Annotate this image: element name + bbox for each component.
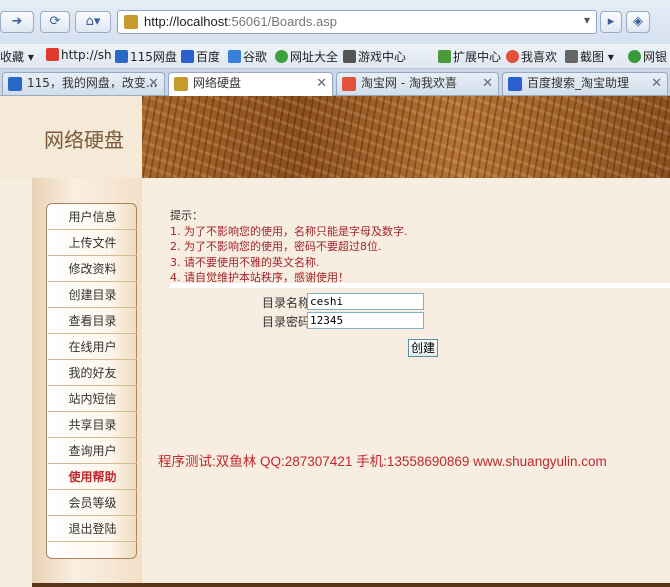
115-icon: [115, 50, 128, 63]
google-icon: [228, 50, 241, 63]
back-button[interactable]: ➜: [0, 11, 34, 33]
site-icon: [174, 77, 188, 91]
sidebar-menu: 用户信息 上传文件 修改资料 创建目录 查看目录 在线用户 我的好友 站内短信 …: [46, 203, 137, 559]
sidebar-item-my-friends[interactable]: 我的好友: [48, 360, 137, 386]
main-content: 提示： 1. 为了不影响您的使用，名称只能是字母及数字. 2. 为了不影响您的使用，…: [142, 178, 670, 587]
sidebar-item-messages[interactable]: 站内短信: [48, 386, 137, 412]
baidu-icon: [181, 50, 194, 63]
sidebar-item-search-users[interactable]: 查询用户: [48, 438, 137, 464]
puzzle-icon: [438, 50, 451, 63]
tab-baidu-search[interactable]: 百度搜索_淘宝助理 ✕: [502, 72, 668, 95]
115-icon: [8, 77, 22, 91]
bookmark-google[interactable]: 谷歌: [228, 48, 267, 65]
globe-icon: [275, 50, 288, 63]
tips-box: 提示： 1. 为了不影响您的使用，名称只能是字母及数字. 2. 为了不影响您的使用，…: [170, 208, 408, 286]
browser-navbar: ➜ ⟳ ⌂▾ http://localhost:56061/Boards.asp…: [0, 0, 670, 45]
address-bar[interactable]: http://localhost:56061/Boards.asp ▾: [117, 10, 597, 34]
create-button[interactable]: 创建: [408, 339, 438, 357]
tip-line: 2. 为了不影响您的使用，密码不要超过8位.: [170, 240, 382, 253]
sidebar-item-member-level[interactable]: 会员等级: [48, 490, 137, 516]
sidebar-item-logout[interactable]: 退出登陆: [48, 516, 137, 542]
shield-icon: ◈: [633, 14, 643, 29]
page: 网络硬盘 提示： 1. 为了不影响您的使用，名称只能是字母及数字. 2. 为了不影响…: [0, 96, 670, 587]
dir-password-label: 目录密码: [262, 315, 311, 329]
credit-text: 程序测试:双鱼林 QQ:287307421 手机:13558690869 www…: [158, 454, 607, 469]
tab-taobao[interactable]: 淘宝网 - 淘我欢喜 ✕: [336, 72, 499, 95]
dir-name-label: 目录名称: [262, 296, 311, 310]
refresh-icon: ⟳: [49, 14, 61, 29]
dir-name-input[interactable]: ceshi: [307, 293, 424, 310]
tab-115[interactable]: 115，我的网盘，改变... ✕: [2, 72, 165, 95]
close-icon[interactable]: ✕: [482, 73, 493, 94]
sidebar-item-user-info[interactable]: 用户信息: [48, 204, 137, 230]
page-icon: [46, 48, 59, 61]
bookmark-baidu[interactable]: 百度: [181, 48, 220, 65]
back-arrow-icon: ➜: [11, 14, 23, 29]
baidu-icon: [508, 77, 522, 91]
bookmark-favorites-love[interactable]: 我喜欢: [506, 48, 557, 65]
coin-icon: [628, 50, 641, 63]
gamepad-icon: [343, 50, 356, 63]
sidebar-item-edit-profile[interactable]: 修改资料: [48, 256, 137, 282]
heart-icon: [506, 50, 519, 63]
bottom-border: [32, 583, 670, 587]
sidebar-item-upload-file[interactable]: 上传文件: [48, 230, 137, 256]
close-icon[interactable]: ✕: [148, 73, 159, 94]
tip-line: 3. 请不要使用不雅的英文名称.: [170, 255, 320, 269]
close-icon[interactable]: ✕: [651, 73, 662, 94]
dir-password-input[interactable]: 12345: [307, 312, 424, 329]
play-icon: ▸: [607, 14, 615, 29]
site-banner: 网络硬盘: [0, 96, 670, 178]
bookmark-http-sh[interactable]: http://sh: [46, 48, 112, 62]
divider: [170, 283, 670, 288]
tab-netdisk[interactable]: 网络硬盘 ✕: [168, 72, 333, 96]
refresh-button[interactable]: ⟳: [40, 11, 70, 33]
sidebar-item-help[interactable]: 使用帮助: [48, 464, 137, 490]
url-text: http://localhost:56061/Boards.asp: [144, 14, 337, 29]
tips-heading: 提示：: [170, 209, 203, 222]
url-dropdown-icon[interactable]: ▾: [584, 13, 590, 27]
bookmarks-bar: 收藏 ▾ http://sh 115网盘 百度 谷歌 网址大全 游戏中心 扩展中…: [0, 44, 670, 69]
bookmark-game-center[interactable]: 游戏中心: [343, 48, 406, 65]
bookmark-ebank[interactable]: 网银: [628, 48, 667, 65]
tab-strip: 115，我的网盘，改变... ✕ 网络硬盘 ✕ 淘宝网 - 淘我欢喜 ✕ 百度搜…: [0, 69, 670, 96]
sidebar-item-online-users[interactable]: 在线用户: [48, 334, 137, 360]
bookmark-screenshot[interactable]: 截图 ▾: [565, 48, 614, 65]
sidebar-item-create-directory[interactable]: 创建目录: [48, 282, 137, 308]
sidebar-item-shared-directory[interactable]: 共享目录: [48, 412, 137, 438]
taobao-icon: [342, 77, 356, 91]
bookmark-115[interactable]: 115网盘: [115, 48, 177, 65]
home-button[interactable]: ⌂▾: [75, 11, 111, 33]
banner-texture: [142, 96, 670, 178]
go-button[interactable]: ▸: [600, 11, 622, 33]
bookmark-extensions[interactable]: 扩展中心: [438, 48, 501, 65]
site-logo-text: 网络硬盘: [44, 128, 124, 152]
tip-line: 1. 为了不影响您的使用，名称只能是字母及数字.: [170, 224, 408, 238]
bookmark-favorites[interactable]: 收藏 ▾: [0, 48, 34, 65]
site-icon: [124, 15, 138, 29]
sidebar-item-view-directory[interactable]: 查看目录: [48, 308, 137, 334]
security-button[interactable]: ◈: [626, 11, 650, 33]
close-icon[interactable]: ✕: [316, 73, 327, 94]
bookmark-url-directory[interactable]: 网址大全: [275, 48, 338, 65]
home-icon: ⌂▾: [85, 14, 101, 29]
scissors-icon: [565, 50, 578, 63]
